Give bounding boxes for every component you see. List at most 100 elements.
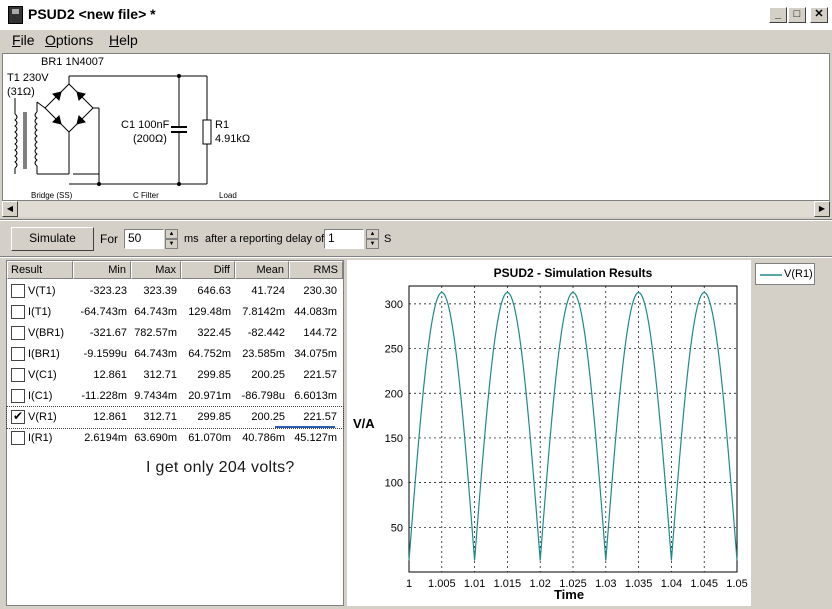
table-row[interactable]: ✔ V(R1) 12.861 312.71 299.85 200.25 221.57 — [6, 406, 344, 429]
cell-rms: 6.6013m — [294, 390, 337, 402]
chart-legend: V(R1) — [755, 263, 815, 285]
cell-diff: 299.85 — [197, 369, 231, 381]
table-row[interactable]: V(T1) -323.23 323.39 646.63 41.724 230.30 — [7, 281, 343, 302]
row-checkbox[interactable] — [11, 305, 25, 319]
resistor-label: R1 — [215, 119, 230, 131]
checkmark-icon: ✔ — [12, 409, 24, 423]
chart-title: PSUD2 - Simulation Results — [494, 266, 653, 280]
cell-diff: 61.070m — [188, 432, 231, 444]
results-table[interactable]: Result Min Max Diff Mean RMS V(T1) -323.2… — [6, 260, 344, 606]
cell-diff: 322.45 — [197, 327, 231, 339]
cell-min: 2.6194m — [84, 432, 127, 444]
cell-diff: 129.48m — [188, 306, 231, 318]
chart-panel: 1 1.005 1.01 1.015 1.02 1.025 1.03 1.035 1.04 1.0… — [347, 260, 751, 606]
x-tick-label: 1.04 — [661, 578, 682, 590]
row-name: V(C1) — [28, 369, 57, 381]
minimize-button[interactable]: _ — [769, 7, 787, 23]
table-row[interactable]: I(T1) -64.743m 64.743m 129.48m 7.8142m 44.083… — [7, 302, 343, 323]
column-header-min[interactable]: Min — [73, 261, 131, 279]
column-header-mean[interactable]: Mean — [235, 261, 289, 279]
column-header-rms[interactable]: RMS — [289, 261, 343, 279]
duration-input[interactable]: 50 — [124, 229, 164, 249]
menu-options-accel: O — [45, 32, 56, 48]
menu-file-label: ile — [20, 32, 35, 48]
cell-max: 782.57m — [134, 327, 177, 339]
table-row[interactable]: I(R1) 2.6194m 63.690m 61.070m 40.786m 45.127m — [7, 428, 343, 449]
cell-mean: 41.724 — [251, 285, 285, 297]
menu-options[interactable]: Options — [45, 32, 93, 48]
delay-spinner[interactable]: ▲ ▼ — [366, 229, 379, 249]
bridge-label: BR1 1N4007 — [41, 56, 104, 68]
y-tick-label: 150 — [385, 433, 403, 445]
section-bridge-label: Bridge (SS) — [31, 191, 73, 200]
column-header-max[interactable]: Max — [131, 261, 181, 279]
row-checkbox[interactable] — [11, 431, 25, 445]
legend-swatch — [760, 274, 782, 276]
duration-up-icon[interactable]: ▲ — [165, 229, 178, 239]
row-checkbox[interactable] — [11, 326, 25, 340]
x-tick-label: 1.015 — [494, 578, 522, 590]
simulate-button[interactable]: Simulate — [11, 227, 94, 251]
cell-mean: -86.798u — [241, 390, 285, 402]
row-name: I(BR1) — [28, 348, 60, 360]
cell-min: -11.228m — [81, 390, 127, 402]
menu-bar: File Options Help — [0, 30, 832, 52]
x-tick-label: 1 — [406, 578, 412, 590]
row-checkbox[interactable] — [11, 347, 25, 361]
app-icon — [8, 6, 23, 24]
duration-down-icon[interactable]: ▼ — [165, 239, 178, 249]
row-checkbox[interactable] — [11, 389, 25, 403]
cell-max: 64.743m — [134, 306, 177, 318]
schematic-panel[interactable]: BR1 1N4007 T1 230V (31Ω) C1 100nF (200Ω)… — [2, 53, 830, 201]
table-row[interactable]: I(BR1) -9.1599u 64.743m 64.752m 23.585m 34.07… — [7, 344, 343, 365]
close-button[interactable]: ✕ — [810, 7, 828, 23]
cell-max: 323.39 — [143, 285, 177, 297]
cell-min: -9.1599u — [83, 348, 127, 360]
delay-input[interactable]: 1 — [324, 229, 364, 249]
column-header-result[interactable]: Result — [7, 261, 73, 279]
window-title: PSUD2 <new file> * — [28, 6, 156, 22]
capacitor-label: C1 100nF — [121, 119, 170, 131]
delay-up-icon[interactable]: ▲ — [366, 229, 379, 239]
y-tick-label: 200 — [385, 388, 403, 400]
table-row[interactable]: I(C1) -11.228m 9.7434m 20.971m -86.798u 6.601… — [7, 386, 343, 407]
cell-rms: 45.127m — [294, 432, 337, 444]
scroll-right-button[interactable]: ▶ — [814, 201, 830, 217]
column-header-diff[interactable]: Diff — [181, 261, 235, 279]
x-axis-label: Time — [554, 587, 584, 602]
chart-svg: 1 1.005 1.01 1.015 1.02 1.025 1.03 1.035 1.04 1.0… — [353, 266, 748, 602]
table-row[interactable]: V(BR1) -321.67 782.57m 322.45 -82.442 144.72 — [7, 323, 343, 344]
duration-spinner[interactable]: ▲ ▼ — [165, 229, 178, 249]
menu-help[interactable]: Help — [109, 32, 138, 48]
separator-bottom — [0, 256, 832, 258]
table-row[interactable]: V(C1) 12.861 312.71 299.85 200.25 221.57 — [7, 365, 343, 386]
row-name: I(C1) — [28, 390, 53, 402]
delay-down-icon[interactable]: ▼ — [366, 239, 379, 249]
transformer-label: T1 230V — [7, 72, 49, 84]
cell-min: -321.67 — [89, 327, 127, 339]
scroll-left-button[interactable]: ◀ — [2, 201, 18, 217]
delay-unit: S — [384, 233, 392, 245]
cell-rms: 221.57 — [303, 369, 337, 381]
schematic-scrollbar[interactable]: ◀ ▶ — [2, 201, 830, 217]
section-load-label: Load — [219, 191, 237, 200]
maximize-button[interactable]: □ — [788, 7, 806, 23]
for-label: For — [100, 232, 118, 246]
menu-help-label: elp — [119, 32, 138, 48]
cell-diff: 646.63 — [197, 285, 231, 297]
x-tick-label: 1.03 — [595, 578, 616, 590]
row-checkbox[interactable] — [11, 368, 25, 382]
transformer-resistance: (31Ω) — [7, 86, 35, 98]
duration-unit: ms — [184, 233, 199, 245]
row-checkbox[interactable] — [11, 284, 25, 298]
cell-min: 12.861 — [93, 369, 127, 381]
cell-diff: 64.752m — [188, 348, 231, 360]
row-name: V(BR1) — [28, 327, 65, 339]
y-tick-label: 50 — [391, 522, 403, 534]
cell-mean: 40.786m — [242, 432, 285, 444]
row-checkbox[interactable]: ✔ — [11, 410, 25, 424]
row-name: V(T1) — [28, 285, 56, 297]
cell-rms: 34.075m — [294, 348, 337, 360]
cell-mean: -82.442 — [247, 327, 285, 339]
menu-file[interactable]: File — [12, 32, 35, 48]
